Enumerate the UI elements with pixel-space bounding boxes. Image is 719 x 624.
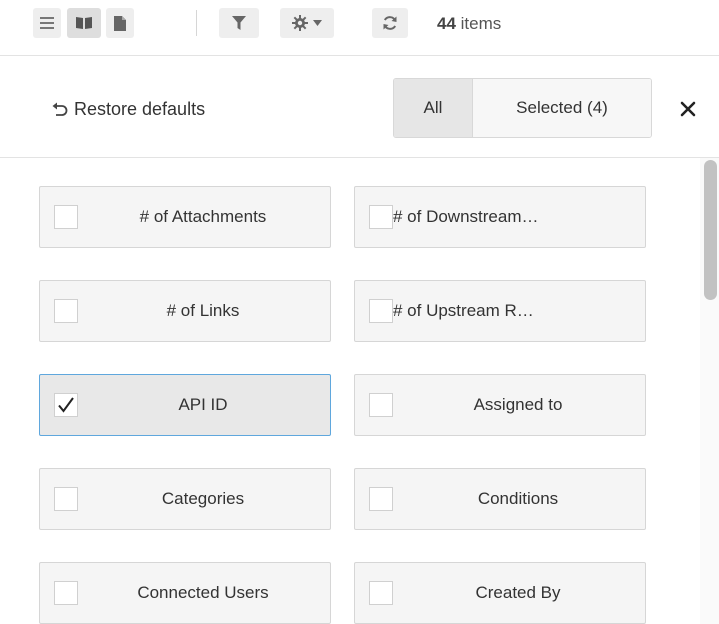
- column-filter-toggle: All Selected (4): [393, 78, 652, 138]
- checkbox[interactable]: [54, 581, 78, 605]
- checkbox[interactable]: [54, 487, 78, 511]
- document-view-icon: [114, 15, 126, 31]
- checkbox[interactable]: [369, 581, 393, 605]
- column-option-label: Assigned to: [473, 395, 563, 414]
- column-option-assigned-to[interactable]: Assigned to: [354, 374, 646, 436]
- restore-defaults-button[interactable]: Restore defaults: [52, 99, 205, 120]
- checkbox[interactable]: [369, 393, 393, 417]
- tab-all[interactable]: All: [394, 79, 473, 137]
- column-option-label: Categories: [161, 489, 245, 508]
- column-option-label: Connected Users: [137, 583, 269, 602]
- column-option-label: Conditions: [477, 489, 559, 508]
- column-option-label: # of Links: [166, 301, 240, 320]
- settings-dropdown-button[interactable]: [280, 8, 334, 38]
- book-view-button[interactable]: [67, 8, 101, 38]
- caret-down-icon: [313, 20, 322, 26]
- column-option-downstream[interactable]: # of Downstream…: [354, 186, 646, 248]
- column-option-conditions[interactable]: Conditions: [354, 468, 646, 530]
- column-option-label: # of Upstream R…: [393, 301, 534, 320]
- undo-icon: [52, 102, 68, 116]
- toolbar-separator: [196, 10, 197, 36]
- scrollbar-thumb[interactable]: [704, 160, 717, 300]
- filter-icon: [232, 16, 246, 30]
- checkbox[interactable]: [54, 299, 78, 323]
- column-option-api-id[interactable]: API ID: [39, 374, 331, 436]
- checkbox[interactable]: [54, 393, 78, 417]
- checkbox[interactable]: [54, 205, 78, 229]
- column-option-connected-users[interactable]: Connected Users: [39, 562, 331, 624]
- column-option-created-by[interactable]: Created By: [354, 562, 646, 624]
- tab-selected[interactable]: Selected (4): [473, 79, 651, 137]
- item-count-number: 44: [437, 14, 456, 33]
- restore-defaults-label: Restore defaults: [74, 99, 206, 119]
- checkbox[interactable]: [369, 299, 393, 323]
- column-option-categories[interactable]: Categories: [39, 468, 331, 530]
- column-option-label: # of Downstream…: [393, 207, 539, 226]
- column-option-label: API ID: [178, 395, 228, 414]
- column-options-grid: # of Attachments # of Downstream… # of L…: [0, 158, 700, 624]
- item-count: 44 items: [437, 14, 501, 34]
- column-option-upstream[interactable]: # of Upstream R…: [354, 280, 646, 342]
- refresh-button[interactable]: [372, 8, 408, 38]
- column-option-label: Created By: [475, 583, 561, 602]
- checkbox[interactable]: [369, 205, 393, 229]
- close-icon[interactable]: [677, 98, 699, 120]
- column-option-links[interactable]: # of Links: [39, 280, 331, 342]
- filter-button[interactable]: [219, 8, 259, 38]
- refresh-icon: [383, 16, 397, 30]
- list-view-icon: [40, 17, 54, 29]
- checkmark-icon: [58, 397, 74, 413]
- list-view-button[interactable]: [33, 8, 61, 38]
- document-view-button[interactable]: [106, 8, 134, 38]
- gear-icon: [292, 15, 308, 31]
- item-count-unit: items: [460, 14, 502, 33]
- checkbox[interactable]: [369, 487, 393, 511]
- toolbar: 44 items: [0, 0, 719, 56]
- book-view-icon: [76, 17, 92, 29]
- column-option-label: # of Attachments: [139, 207, 267, 226]
- column-option-attachments[interactable]: # of Attachments: [39, 186, 331, 248]
